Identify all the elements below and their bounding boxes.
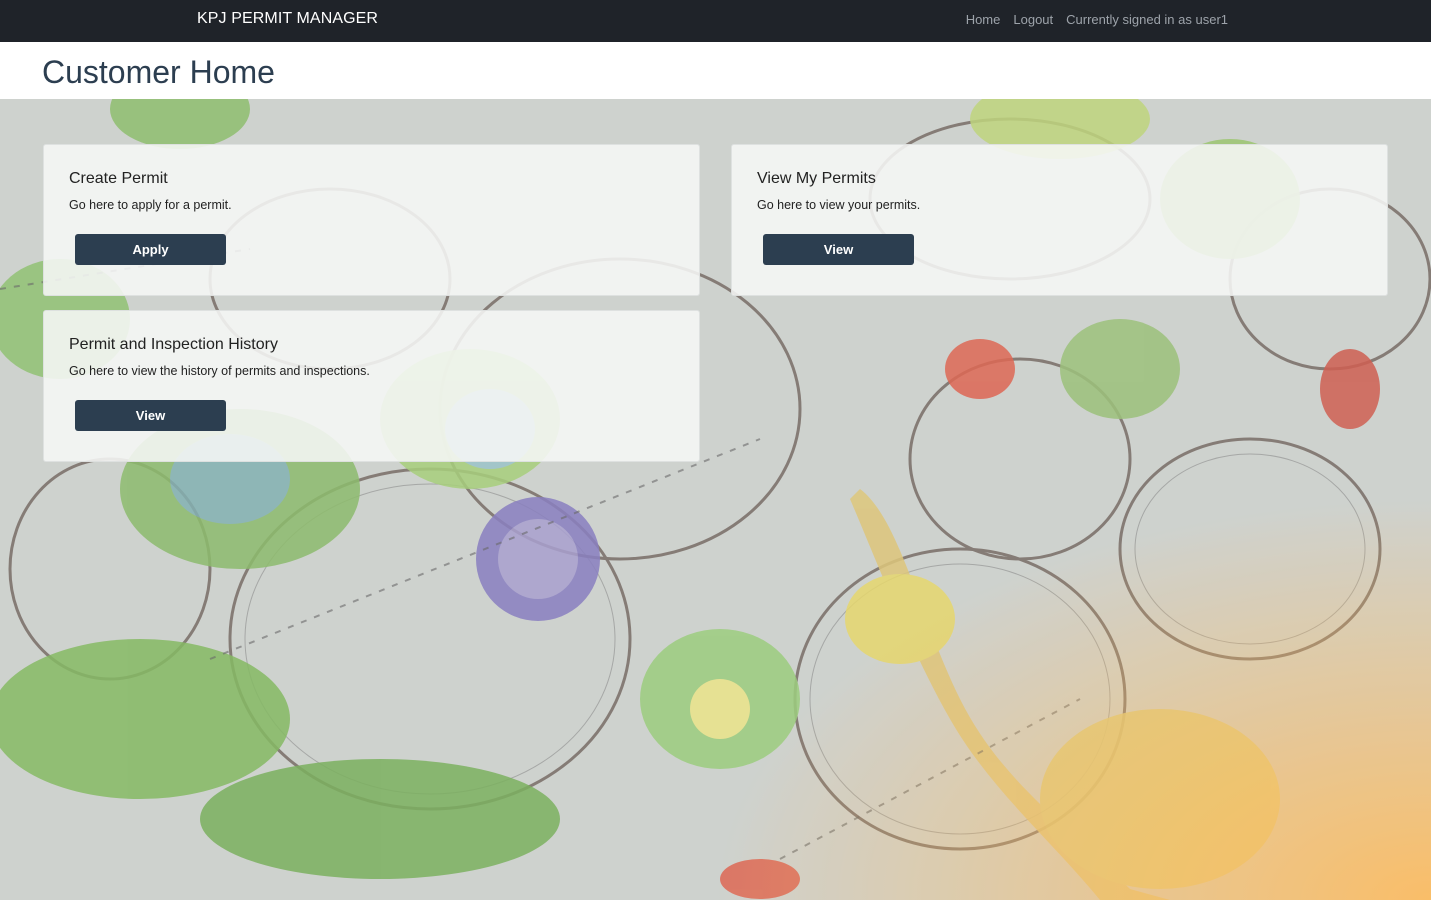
- view-history-button[interactable]: View: [75, 400, 226, 431]
- card-description: Go here to view your permits.: [757, 198, 921, 212]
- card-title: View My Permits: [757, 170, 876, 187]
- permit-history-card: Permit and Inspection History Go here to…: [43, 310, 700, 462]
- view-permits-button[interactable]: View: [763, 234, 914, 265]
- page-title: Customer Home: [42, 54, 275, 90]
- page-header: Customer Home: [0, 42, 1431, 99]
- card-description: Go here to apply for a permit.: [69, 198, 232, 212]
- view-my-permits-card: View My Permits Go here to view your per…: [731, 144, 1388, 296]
- signed-in-user-text: Currently signed in as user1: [1066, 12, 1228, 27]
- card-title: Permit and Inspection History: [69, 336, 278, 353]
- brand-logo[interactable]: KPJ PERMIT MANAGER: [197, 10, 378, 28]
- card-title: Create Permit: [69, 170, 168, 187]
- nav-home-link[interactable]: Home: [966, 12, 1001, 27]
- apply-button[interactable]: Apply: [75, 234, 226, 265]
- create-permit-card: Create Permit Go here to apply for a per…: [43, 144, 700, 296]
- nav-links: Home Logout Currently signed in as user1: [966, 12, 1228, 27]
- card-description: Go here to view the history of permits a…: [69, 364, 370, 378]
- navbar: KPJ PERMIT MANAGER Home Logout Currently…: [0, 0, 1431, 42]
- nav-logout-link[interactable]: Logout: [1013, 12, 1053, 27]
